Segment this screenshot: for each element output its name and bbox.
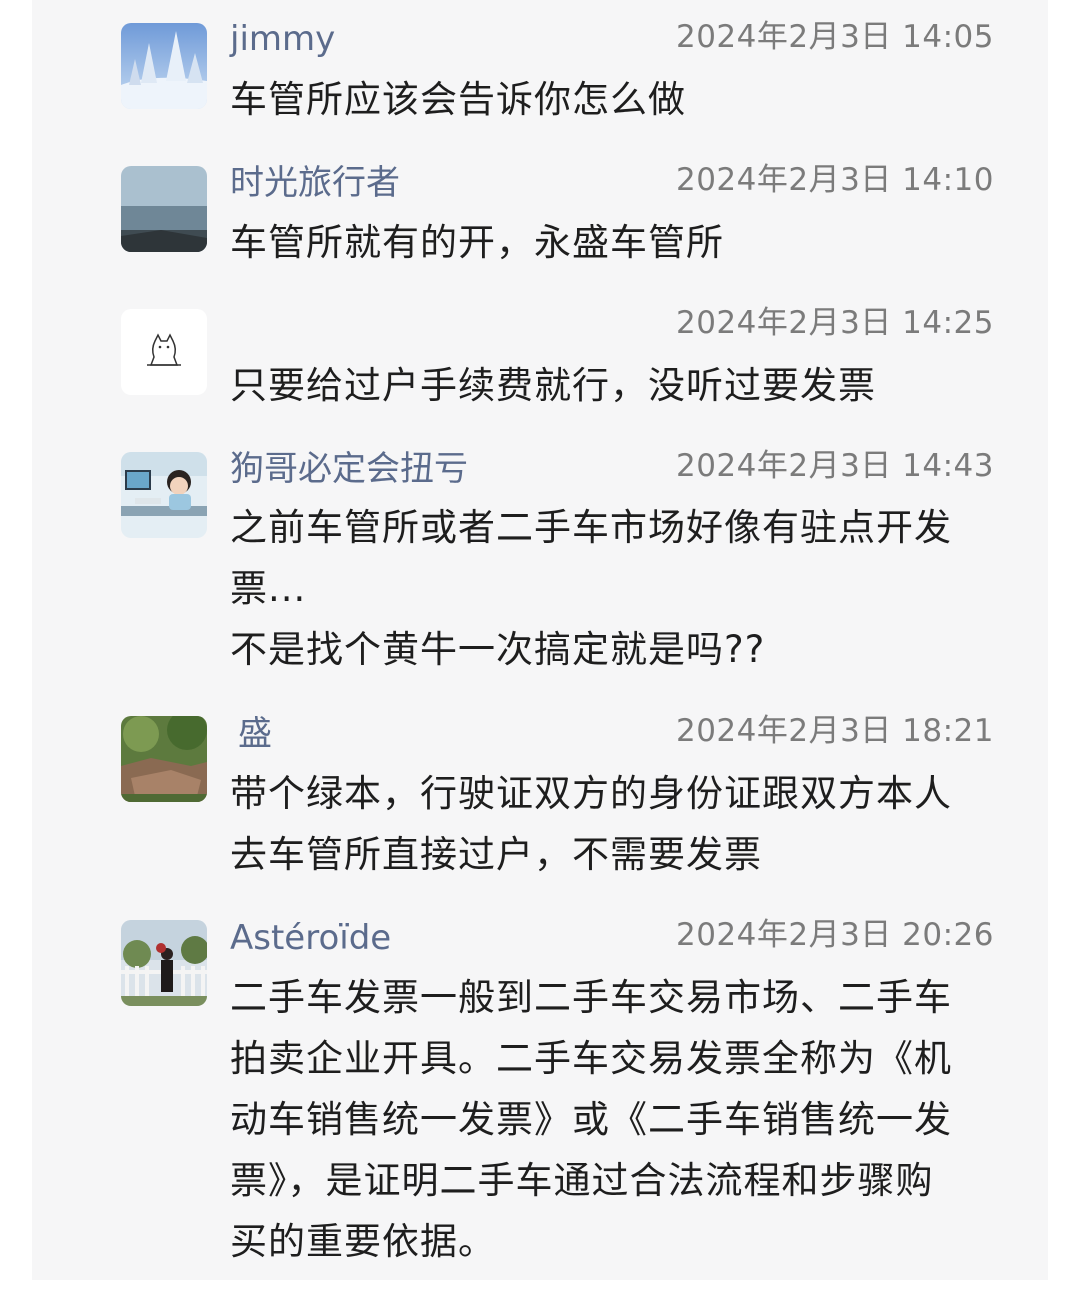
- comment-time: 2024年2月3日 14:25: [675, 305, 994, 341]
- comment-time: 2024年2月3日 14:05: [675, 19, 994, 55]
- comment-text: 带个绿本，行驶证双方的身份证跟双方本人 去车管所直接过户，不需要发票: [230, 772, 952, 876]
- comment-time: 2024年2月3日 14:10: [675, 162, 994, 198]
- seascape-avatar[interactable]: [121, 166, 207, 252]
- comment-text: 二手车发票一般到二手车交易市场、二手车 拍卖企业开具。二手车交易发票全称为《机 …: [230, 976, 952, 1263]
- comment-time: 2024年2月3日 20:26: [675, 917, 994, 953]
- comment-list: jimmy 2024年2月3日 14:05 车管所应该会告诉你怎么做 时光旅行者…: [32, 0, 1048, 1280]
- comment-author[interactable]: 时光旅行者: [230, 163, 400, 203]
- girl-by-fence-avatar[interactable]: [121, 920, 207, 1006]
- boy-at-computer-avatar[interactable]: [121, 452, 207, 538]
- comment-time: 2024年2月3日 18:21: [675, 713, 994, 749]
- rocks-garden-avatar[interactable]: [121, 716, 207, 802]
- comment-time: 2024年2月3日 14:43: [675, 448, 994, 484]
- comment-author[interactable]: jimmy: [230, 19, 335, 59]
- cat-sketch-avatar[interactable]: [121, 309, 207, 395]
- comment-text: 车管所应该会告诉你怎么做: [230, 78, 686, 121]
- comment-text: 之前车管所或者二手车市场好像有驻点开发 票... 不是找个黄牛一次搞定就是吗??: [230, 506, 952, 671]
- snowy-trees-avatar[interactable]: [121, 23, 207, 109]
- comment-text: 车管所就有的开，永盛车管所: [230, 221, 724, 264]
- comment-author[interactable]: 狗哥必定会扭亏: [230, 449, 468, 489]
- comment-author[interactable]: 盛: [238, 714, 272, 754]
- comment-author[interactable]: Astéroïde: [230, 918, 391, 958]
- comment-text: 只要给过户手续费就行，没听过要发票: [230, 364, 876, 407]
